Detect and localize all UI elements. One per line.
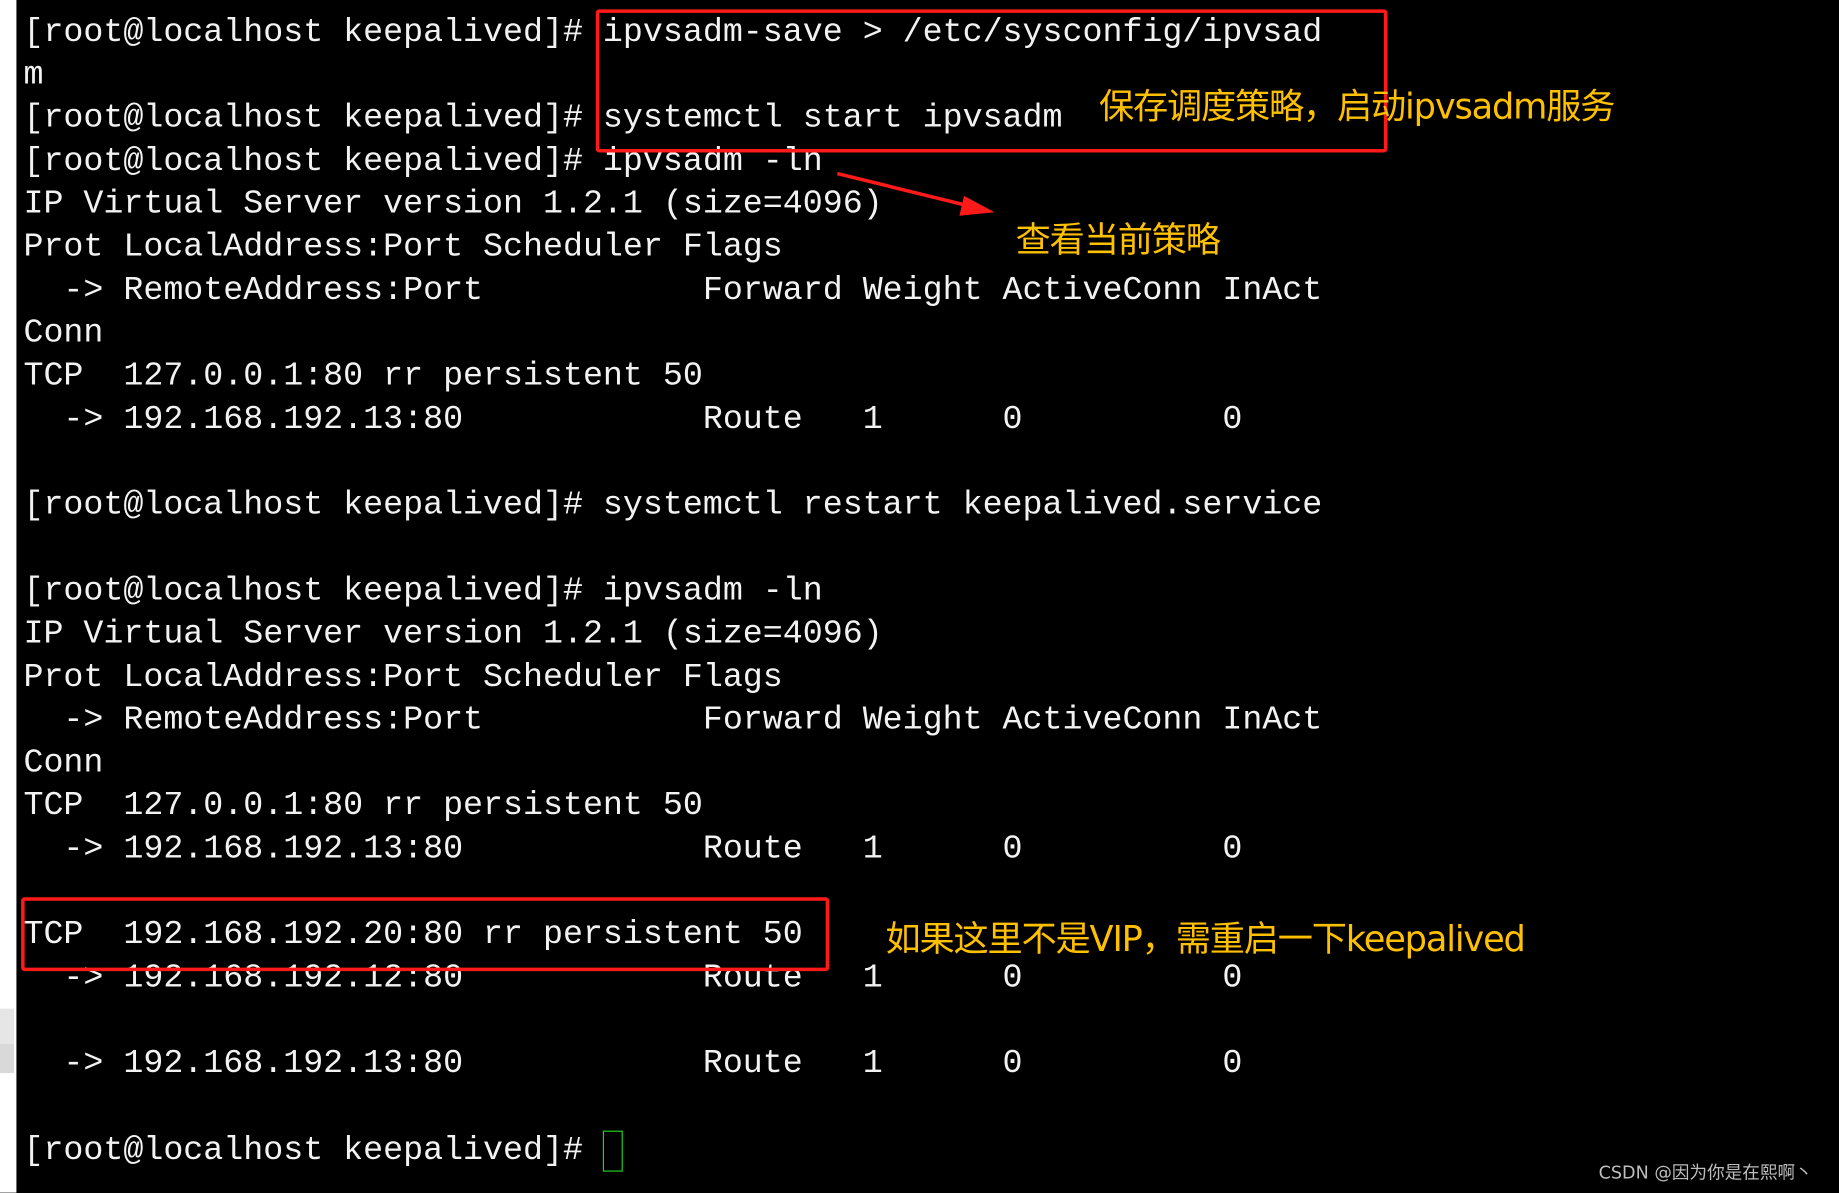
watermark: CSDN @因为你是在熙啊丶	[1598, 1162, 1813, 1184]
terminal-cursor[interactable]	[602, 1130, 623, 1172]
annotation-save-policy: 保存调度策略，启动ipvsadm服务	[1098, 86, 1616, 128]
annotation-vip-note: 如果这里不是VIP，需重启一下keepalived	[885, 919, 1525, 961]
terminal-window[interactable]: link/ether 52:54:00:ed:5e:a2 brd ff:ff:f…	[0, 0, 1839, 1193]
annotation-view-policy: 查看当前策略	[1015, 220, 1221, 262]
arrow-icon	[836, 171, 995, 216]
